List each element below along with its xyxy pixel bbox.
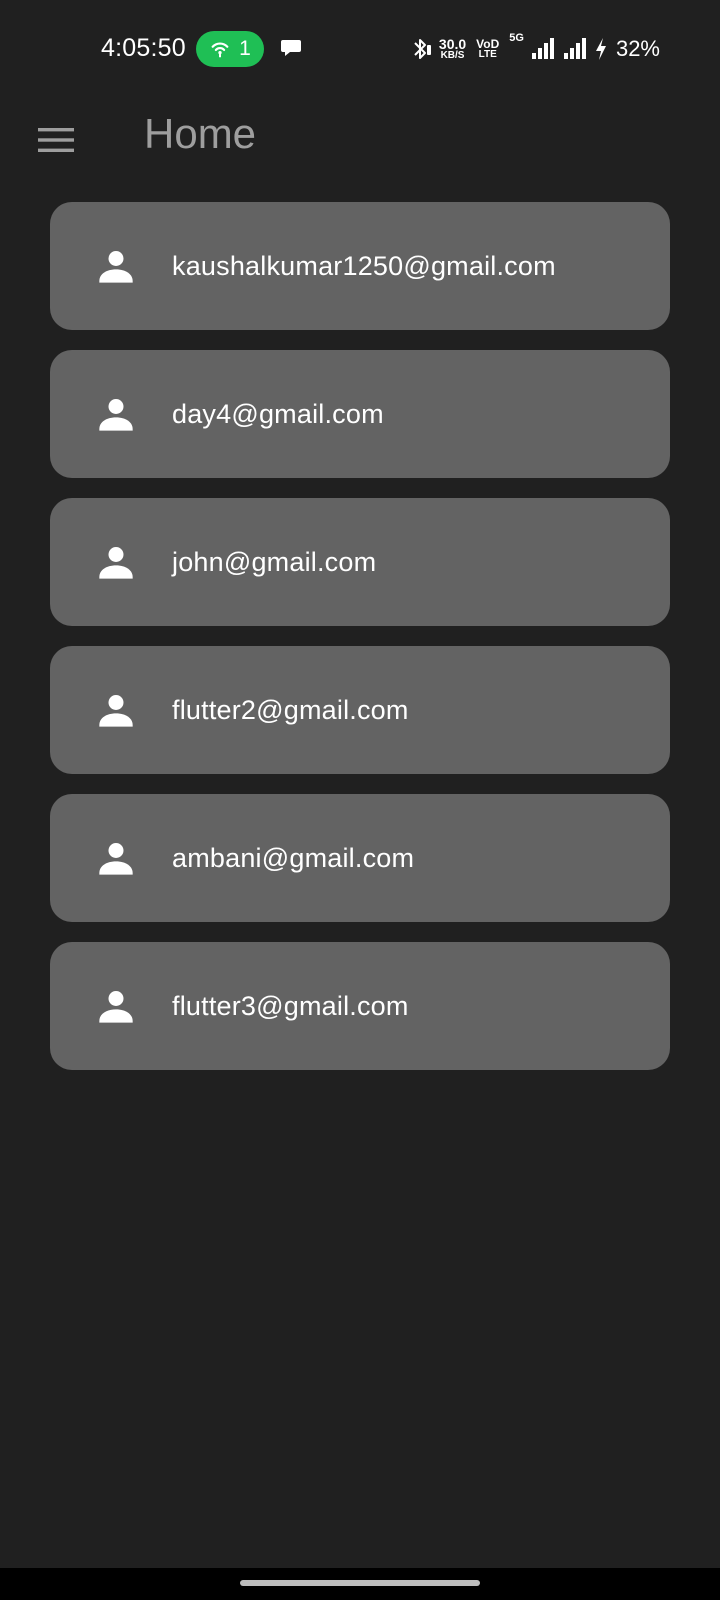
app-bar: Home [0,96,720,192]
email-list: kaushalkumar1250@gmail.com day4@gmail.co… [50,202,670,1070]
email-list-item[interactable]: flutter2@gmail.com [50,646,670,774]
email-address: kaushalkumar1250@gmail.com [172,250,556,281]
email-address: day4@gmail.com [172,398,384,429]
signal-icon [530,37,556,61]
person-icon [96,394,136,434]
email-list-item[interactable]: kaushalkumar1250@gmail.com [50,202,670,330]
hotspot-icon [211,42,229,58]
network-speed-unit: KB/S [440,50,465,61]
email-list-item[interactable]: day4@gmail.com [50,350,670,478]
signal-icon [562,37,588,61]
email-address: flutter2@gmail.com [172,694,409,725]
charging-bolt-icon [594,37,608,61]
person-icon [96,838,136,878]
hamburger-menu-icon [38,128,74,152]
chat-bubble-icon [281,40,301,56]
email-address: flutter3@gmail.com [172,990,409,1021]
person-icon [96,542,136,582]
network-speed-value: 30.0 [438,36,467,52]
email-list-item[interactable]: ambani@gmail.com [50,794,670,922]
email-list-item[interactable]: flutter3@gmail.com [50,942,670,1070]
email-list-item[interactable]: john@gmail.com [50,498,670,626]
status-time: 4:05:50 [101,34,186,62]
status-bar: 4:05:50 1 30.0 KB/S VoD LTE 5G 32% [0,0,720,96]
hotspot-count: 1 [239,37,251,60]
hotspot-indicator: 1 [196,31,264,67]
volte-indicator: VoD LTE [476,38,499,60]
network-type: 5G [509,32,524,44]
person-icon [96,690,136,730]
system-nav-bar [0,1568,720,1600]
status-right-group: 30.0 KB/S VoD LTE 5G 32% [409,32,660,64]
bluetooth-icon [409,36,433,62]
network-speed: 30.0 KB/S [439,37,466,61]
gesture-handle[interactable] [240,1580,480,1586]
home-screen: 4:05:50 1 30.0 KB/S VoD LTE 5G 32% Home … [0,0,720,1600]
email-address: john@gmail.com [172,546,377,577]
person-icon [96,246,136,286]
battery-percent: 32% [615,36,660,61]
person-icon [96,986,136,1026]
email-address: ambani@gmail.com [172,842,415,873]
page-title: Home [144,110,257,157]
volte-bottom: LTE [478,49,497,60]
menu-button[interactable] [30,114,82,166]
